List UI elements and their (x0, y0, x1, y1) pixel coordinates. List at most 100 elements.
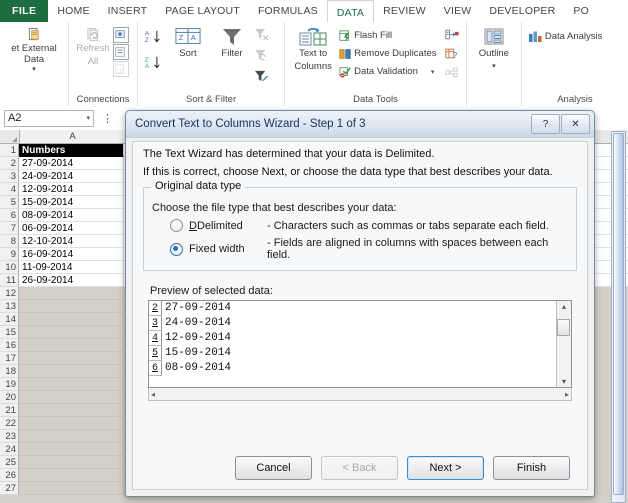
select-all-corner[interactable] (0, 130, 20, 143)
grid-cell-a[interactable]: 11-09-2014 (19, 261, 124, 274)
outline-caret[interactable]: ▾ (492, 62, 496, 73)
row-header[interactable]: 16 (0, 339, 19, 352)
preview-scroll-left-icon[interactable]: ◂ (151, 390, 155, 399)
tab-review[interactable]: REVIEW (374, 0, 435, 22)
properties-icon[interactable] (113, 44, 129, 60)
tab-insert[interactable]: INSERT (99, 0, 157, 22)
row-header[interactable]: 13 (0, 300, 19, 313)
preview-scroll-right-icon[interactable]: ▸ (565, 390, 569, 399)
preview-scroll-down-icon[interactable]: ▾ (562, 377, 566, 387)
radio-row-fixed-width[interactable]: Fixed width - Fields are aligned in colu… (152, 237, 568, 261)
get-external-data-button[interactable]: et External Data ▾ (4, 25, 64, 76)
connections-icon[interactable] (113, 27, 129, 43)
radio-row-delimited[interactable]: DDelimited - Characters such as commas o… (152, 219, 568, 232)
row-header[interactable]: 3 (0, 170, 19, 183)
grid-cell-a[interactable]: 08-09-2014 (19, 209, 124, 222)
row-header[interactable]: 21 (0, 404, 19, 417)
row-header[interactable]: 9 (0, 248, 19, 261)
row-header[interactable]: 20 (0, 391, 19, 404)
row-header[interactable]: 10 (0, 261, 19, 274)
data-analysis-button[interactable]: Data Analysis (526, 28, 605, 45)
get-external-data-caret[interactable]: ▾ (32, 65, 36, 76)
row-header[interactable]: 27 (0, 482, 19, 495)
grid-cell-a[interactable] (19, 482, 124, 495)
row-header[interactable]: 5 (0, 196, 19, 209)
preview-horizontal-scrollbar[interactable]: ◂ ▸ (148, 388, 572, 401)
sort-ascending-icon[interactable]: A Z (144, 29, 166, 49)
row-header[interactable]: 6 (0, 209, 19, 222)
tab-data[interactable]: DATA (326, 0, 375, 24)
consolidate-icon[interactable] (444, 27, 459, 45)
row-header[interactable]: 24 (0, 443, 19, 456)
chevron-down-icon[interactable]: ▾ (86, 114, 90, 122)
finish-button[interactable]: Finish (493, 456, 570, 480)
column-header-a[interactable]: A (20, 130, 126, 143)
row-header[interactable]: 17 (0, 352, 19, 365)
grid-cell-a[interactable]: Numbers (19, 144, 124, 157)
row-header[interactable]: 1 (0, 144, 19, 157)
name-box[interactable]: A2 ▾ (4, 109, 94, 127)
formula-bar-more-icon[interactable]: ⋮ (102, 112, 113, 125)
row-header[interactable]: 22 (0, 417, 19, 430)
sheet-vertical-scrollbar[interactable] (611, 131, 626, 503)
grid-cell-a[interactable] (19, 430, 124, 443)
grid-cell-a[interactable] (19, 443, 124, 456)
row-header[interactable]: 11 (0, 274, 19, 287)
advanced-filter-icon[interactable] (254, 70, 269, 88)
sort-button[interactable]: Z A Sort (166, 25, 210, 60)
row-header[interactable]: 15 (0, 326, 19, 339)
row-header[interactable]: 18 (0, 365, 19, 378)
grid-cell-a[interactable]: 24-09-2014 (19, 170, 124, 183)
preview-vertical-scrollbar[interactable]: ▴ ▾ (556, 301, 571, 387)
grid-cell-a[interactable] (19, 339, 124, 352)
grid-cell-a[interactable]: 06-09-2014 (19, 222, 124, 235)
row-header[interactable]: 4 (0, 183, 19, 196)
outline-button[interactable]: Outline ▾ (471, 25, 517, 72)
remove-duplicates-button[interactable]: Remove Duplicates (337, 45, 438, 62)
grid-cell-a[interactable]: 15-09-2014 (19, 196, 124, 209)
row-header[interactable]: 14 (0, 313, 19, 326)
grid-cell-a[interactable]: 12-09-2014 (19, 183, 124, 196)
tab-page-layout[interactable]: PAGE LAYOUT (156, 0, 249, 22)
grid-cell-a[interactable] (19, 352, 124, 365)
what-if-analysis-icon[interactable]: ? (444, 46, 459, 64)
grid-cell-a[interactable] (19, 469, 124, 482)
tab-file[interactable]: FILE (0, 0, 49, 22)
grid-cell-a[interactable] (19, 417, 124, 430)
next-button[interactable]: Next > (407, 456, 484, 480)
preview-scrollbar-thumb[interactable] (557, 319, 570, 336)
data-validation-button[interactable]: Data Validation ▾ (337, 63, 438, 80)
radio-delimited[interactable] (170, 219, 183, 232)
row-header[interactable]: 25 (0, 456, 19, 469)
row-header[interactable]: 26 (0, 469, 19, 482)
sheet-scrollbar-thumb[interactable] (613, 133, 624, 495)
grid-cell-a[interactable]: 26-09-2014 (19, 274, 124, 287)
row-header[interactable]: 7 (0, 222, 19, 235)
row-header[interactable]: 8 (0, 235, 19, 248)
grid-cell-a[interactable] (19, 456, 124, 469)
tab-developer[interactable]: DEVELOPER (480, 0, 564, 22)
refresh-all-button[interactable]: Refresh All (73, 25, 113, 67)
row-header[interactable]: 19 (0, 378, 19, 391)
tab-view[interactable]: VIEW (435, 0, 481, 22)
close-icon[interactable]: ✕ (561, 114, 590, 134)
text-to-columns-button[interactable]: Text to Columns (289, 25, 337, 72)
preview-scroll-up-icon[interactable]: ▴ (562, 301, 566, 311)
flash-fill-button[interactable]: Flash Fill (337, 27, 438, 44)
cancel-button[interactable]: Cancel (235, 456, 312, 480)
filter-button[interactable]: Filter (210, 25, 254, 60)
grid-cell-a[interactable] (19, 313, 124, 326)
row-header[interactable]: 12 (0, 287, 19, 300)
tab-powerpivot[interactable]: PO (564, 0, 598, 22)
dialog-title-bar[interactable]: Convert Text to Columns Wizard - Step 1 … (126, 111, 594, 138)
grid-cell-a[interactable]: 12-10-2014 (19, 235, 124, 248)
tab-formulas[interactable]: FORMULAS (249, 0, 327, 22)
grid-cell-a[interactable] (19, 300, 124, 313)
grid-cell-a[interactable] (19, 404, 124, 417)
grid-cell-a[interactable]: 27-09-2014 (19, 157, 124, 170)
grid-cell-a[interactable] (19, 326, 124, 339)
grid-cell-a[interactable]: 16-09-2014 (19, 248, 124, 261)
row-header[interactable]: 23 (0, 430, 19, 443)
grid-cell-a[interactable] (19, 287, 124, 300)
row-header[interactable]: 2 (0, 157, 19, 170)
